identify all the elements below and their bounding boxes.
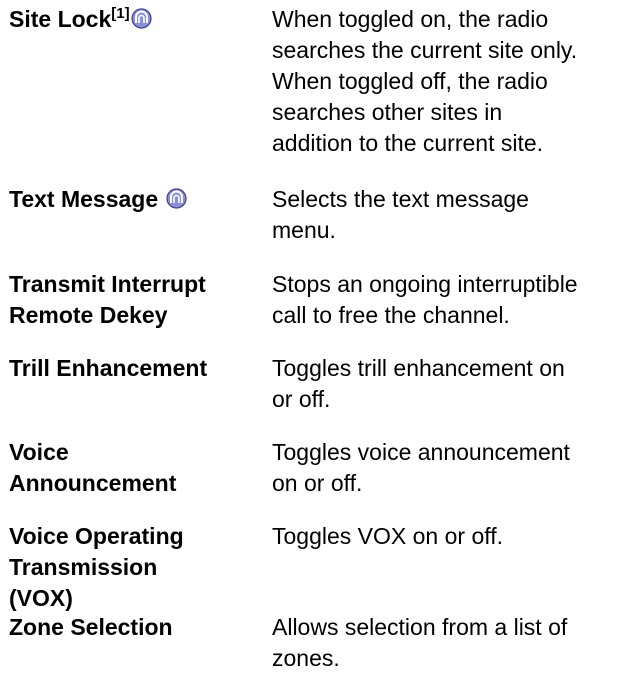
description-transmit-interrupt: Stops an ongoing interruptible call to f…: [272, 269, 627, 331]
description-line: menu.: [272, 217, 336, 243]
description-line: Allows selection from a list of: [272, 614, 568, 640]
description-line: Toggles VOX on or off.: [272, 523, 503, 549]
term-label: Text Message: [9, 186, 159, 212]
description-voice-announcement: Toggles voice announcement on or off.: [272, 437, 627, 499]
description-text-message: Selects the text message menu.: [272, 184, 627, 246]
radio-feature-icon: [131, 8, 152, 29]
term-trill-enhancement: Trill Enhancement: [9, 353, 264, 384]
term-line: Transmission: [9, 554, 158, 580]
term-line: Trill Enhancement: [9, 355, 208, 381]
description-line: or off.: [272, 386, 331, 412]
description-line: searches the current site only.: [272, 37, 578, 63]
term-line: Remote Dekey: [9, 302, 168, 328]
feature-table: Site Lock[1] When toggled on, the radio …: [0, 0, 631, 671]
term-zone-selection: Zone Selection: [9, 612, 264, 643]
description-site-lock: When toggled on, the radio searches the …: [272, 4, 627, 159]
term-line: Announcement: [9, 470, 177, 496]
description-zone-selection: Allows selection from a list of zones.: [272, 612, 627, 674]
term-line: (VOX): [9, 585, 73, 611]
term-label: Site Lock: [9, 6, 112, 32]
description-trill-enhancement: Toggles trill enhancement on or off.: [272, 353, 627, 415]
description-line: When toggled off, the radio: [272, 68, 548, 94]
term-line: Zone Selection: [9, 614, 173, 640]
term-line: Voice Operating: [9, 523, 184, 549]
description-line: Stops an ongoing interruptible: [272, 271, 578, 297]
term-voice-announcement: Voice Announcement: [9, 437, 264, 499]
description-line: Toggles voice announcement: [272, 439, 570, 465]
description-line: Selects the text message: [272, 186, 529, 212]
term-transmit-interrupt: Transmit Interrupt Remote Dekey: [9, 269, 264, 331]
term-site-lock: Site Lock[1]: [9, 4, 264, 35]
description-line: call to free the channel.: [272, 302, 510, 328]
description-line: addition to the current site.: [272, 130, 544, 156]
term-line: Voice: [9, 439, 69, 465]
description-line: When toggled on, the radio: [272, 6, 549, 32]
term-text-message: Text Message: [9, 184, 264, 215]
description-line: searches other sites in: [272, 99, 503, 125]
footnote-ref: [1]: [111, 5, 130, 22]
term-vox: Voice Operating Transmission (VOX): [9, 521, 264, 614]
description-vox: Toggles VOX on or off.: [272, 521, 627, 552]
term-line: Transmit Interrupt: [9, 271, 206, 297]
description-line: on or off.: [272, 470, 363, 496]
description-line: Toggles trill enhancement on: [272, 355, 565, 381]
description-line: zones.: [272, 645, 340, 671]
radio-feature-icon: [165, 188, 187, 209]
